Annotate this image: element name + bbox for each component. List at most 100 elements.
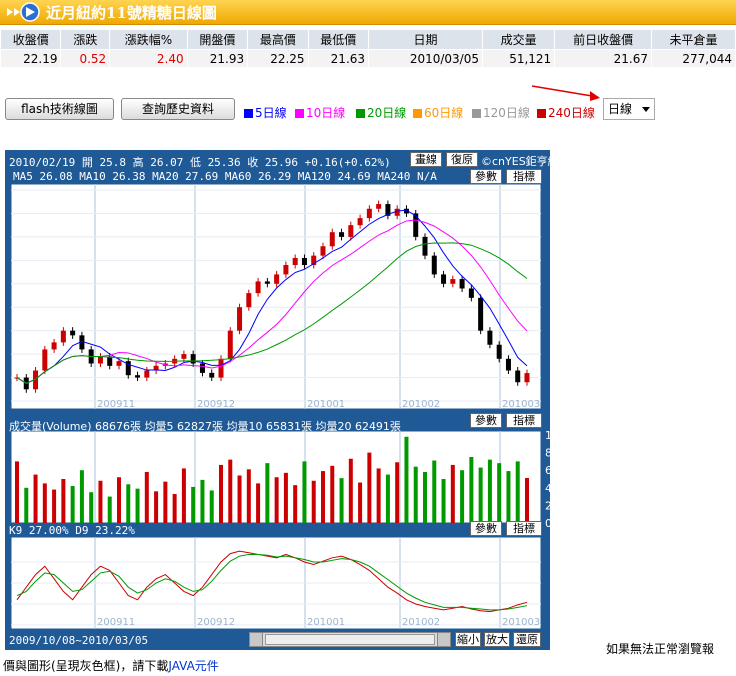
quote-value: 0.52: [60, 49, 111, 68]
price-info-line: 2010/02/19 開 25.8 高 26.07 低 25.36 收 25.9…: [9, 156, 391, 169]
volume-bar: [293, 485, 298, 523]
volume-bar: [219, 464, 223, 523]
kd-indicator-button[interactable]: 指標: [506, 521, 542, 536]
candle-body: [524, 373, 530, 383]
chart-panel: [10, 183, 542, 410]
draw-line-button[interactable]: 畫線: [410, 152, 442, 167]
volume-bar: [367, 452, 372, 523]
page-title: 近月紐約11號精糖日線圖: [46, 4, 217, 22]
quote-header: 漲跌: [60, 29, 111, 50]
ma-legend-item: 60日線: [413, 104, 463, 121]
flash-chart-button[interactable]: flash技術線圖: [5, 98, 114, 120]
candle-body: [181, 354, 187, 359]
volume-bar: [423, 471, 427, 523]
quote-value: 51,121: [481, 49, 556, 68]
candle-body: [190, 354, 196, 364]
scroll-left-icon[interactable]: [250, 633, 263, 646]
volume-tick-label: 20000: [545, 499, 550, 512]
volume-bar: [460, 470, 465, 523]
volume-bar: [256, 483, 261, 523]
volume-bar: [506, 471, 511, 523]
quote-value: 21.67: [554, 49, 652, 68]
candle-body: [237, 307, 243, 331]
kd-param-button[interactable]: 參數: [470, 521, 502, 536]
volume-bar: [15, 461, 19, 523]
date-label: 200911: [97, 399, 135, 410]
candle-body: [144, 370, 150, 378]
price-indicator-button[interactable]: 指標: [506, 169, 542, 184]
volume-bar: [478, 467, 483, 523]
kd-date-label: 201002: [402, 617, 440, 628]
volume-bar: [163, 481, 168, 523]
volume-bar: [144, 471, 149, 523]
candle-body: [441, 274, 447, 284]
quote-header: 未平倉量: [651, 29, 736, 50]
period-select[interactable]: 日線: [603, 98, 655, 120]
volume-bar: [395, 462, 400, 523]
candle-body: [329, 232, 335, 247]
quote-header: 收盤價: [0, 29, 62, 50]
volume-indicator-button[interactable]: 指標: [506, 413, 542, 428]
ma-legend-item: 120日線: [472, 104, 530, 121]
volume-bar: [154, 491, 159, 523]
date-label: 200912: [197, 399, 235, 410]
volume-bar: [376, 468, 381, 523]
java-notice-line2: 價與圖形(呈現灰色框)，請下載JAVA元件: [3, 657, 219, 674]
candle-body: [283, 265, 289, 275]
volume-bar: [321, 471, 325, 523]
quote-value: 21.63: [307, 49, 370, 68]
scroll-thumb[interactable]: [265, 634, 435, 645]
reset-button[interactable]: 還原: [513, 632, 541, 647]
volume-tick-label: 60000: [545, 464, 550, 477]
ma-legend-label: 5日線: [255, 106, 287, 120]
quote-table: 收盤價 漲跌 漲跌幅% 開盤價 最高價 最低價 日期 成交量 前日收盤價 未平倉量 22.19 0.…: [0, 29, 736, 68]
legend-swatch: [537, 109, 546, 118]
volume-tick-label: 40000: [545, 482, 550, 495]
undo-button[interactable]: 復原: [446, 152, 478, 167]
legend-swatch: [295, 109, 304, 118]
copyright-label: ©cnYES鉅亨網: [481, 155, 559, 168]
volume-bar: [274, 477, 279, 523]
candle-body: [301, 257, 307, 266]
quote-value: 22.25: [247, 49, 309, 68]
price-param-button[interactable]: 參數: [470, 169, 502, 184]
ma-legend-label: 20日線: [367, 106, 407, 120]
zoom-in-button[interactable]: 放大: [484, 632, 510, 647]
volume-bar: [469, 457, 474, 523]
candle-body: [218, 358, 224, 378]
volume-bar: [70, 486, 75, 523]
chart-scrollbar[interactable]: [249, 632, 451, 647]
history-query-button[interactable]: 查詢歷史資料: [121, 98, 235, 120]
scroll-right-icon[interactable]: [437, 633, 450, 646]
volume-tick-label: 80000: [545, 447, 550, 460]
zoom-out-button[interactable]: 縮小: [455, 632, 481, 647]
chart-canvas: 3029282726252423222120091120091220100120…: [10, 183, 550, 630]
technical-chart: 3029282726252423222120091120091220100120…: [5, 150, 559, 650]
quote-header: 開盤價: [186, 29, 249, 50]
volume-bar: [525, 478, 529, 523]
volume-info-line: 成交量(Volume) 68676張 均量5 62827張 均量10 65831…: [9, 420, 401, 433]
volume-param-button[interactable]: 參數: [470, 413, 502, 428]
volume-bar: [311, 480, 316, 523]
legend-swatch: [244, 109, 253, 118]
quote-header: 日期: [368, 29, 483, 50]
quote-value: 2.40: [109, 49, 188, 68]
candle-body: [209, 372, 215, 378]
volume-bar: [330, 465, 335, 523]
volume-bar: [89, 492, 94, 523]
date-label: 201001: [307, 399, 345, 410]
java-download-link[interactable]: JAVA元件: [168, 659, 218, 673]
candle-body: [320, 246, 326, 256]
quote-value: 21.93: [186, 49, 249, 68]
volume-bar: [52, 489, 57, 523]
candle-body: [357, 218, 363, 226]
candle-body: [422, 236, 428, 256]
red-arrow-annotation: [531, 85, 600, 101]
volume-bar: [135, 488, 140, 523]
ma-legend-label: 10日線: [306, 106, 346, 120]
date-label: 201002: [402, 399, 440, 410]
volume-bar: [24, 487, 29, 523]
volume-bar: [497, 463, 502, 523]
candle-body: [487, 330, 493, 345]
volume-bar: [515, 461, 520, 523]
